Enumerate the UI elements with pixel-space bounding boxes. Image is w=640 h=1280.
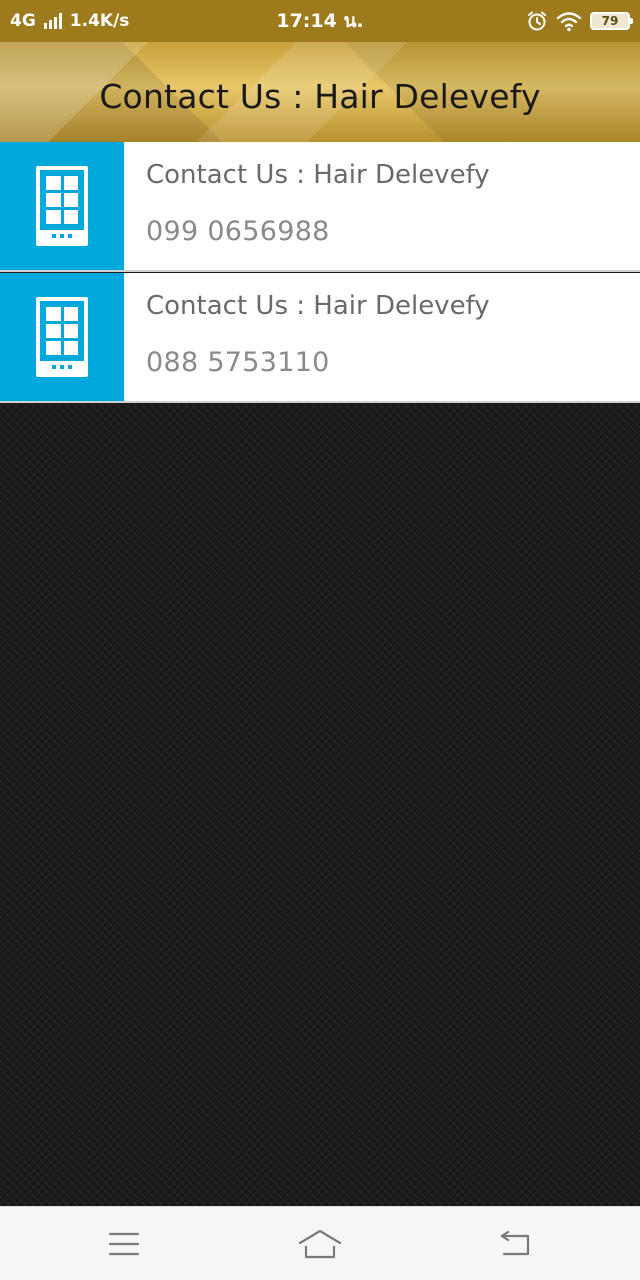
contact-icon-tile [0, 273, 124, 401]
back-icon [500, 1230, 530, 1256]
contact-list: Contact Us : Hair Delevefy 099 0656988 C… [0, 142, 640, 403]
status-left: 4G 1.4K/s [10, 0, 129, 42]
contact-item[interactable]: Contact Us : Hair Delevefy 099 0656988 [0, 142, 640, 272]
status-bar: 4G 1.4K/s 17:14 น. 79 [0, 0, 640, 42]
contact-phone[interactable]: 088 5753110 [146, 347, 330, 378]
contact-icon-tile [0, 142, 124, 270]
contact-text: Contact Us : Hair Delevefy 088 5753110 [124, 273, 640, 401]
battery-level: 79 [601, 14, 619, 28]
contact-item[interactable]: Contact Us : Hair Delevefy 088 5753110 [0, 273, 640, 403]
back-button[interactable] [455, 1207, 575, 1280]
home-button[interactable] [260, 1207, 380, 1280]
phone-icon [36, 297, 88, 377]
contact-name: Contact Us : Hair Delevefy [146, 160, 490, 190]
menu-button[interactable] [64, 1207, 184, 1280]
alarm-icon [528, 11, 546, 31]
network-speed: 1.4K/s [69, 11, 130, 31]
screen: 4G 1.4K/s 17:14 น. 79 Contact Us: Hair … [0, 0, 640, 1280]
status-right: 79 [526, 0, 633, 42]
background-area [0, 404, 640, 1206]
home-icon [298, 1229, 342, 1259]
phone-icon [36, 166, 88, 246]
contact-name: Contact Us : Hair Delevefy [146, 291, 490, 321]
app-header: Contact Us : Hair Delevefy [0, 42, 640, 142]
page-title: Contact Us : Hair Delevefy [99, 76, 541, 116]
contact-phone[interactable]: 099 0656988 [146, 216, 330, 247]
contact-text: Contact Us : Hair Delevefy 099 0656988 [124, 142, 640, 270]
navigation-bar [0, 1206, 640, 1280]
battery-icon: 79 [590, 12, 633, 30]
signal-icon [43, 13, 62, 29]
network-type: 4G [10, 11, 36, 31]
wifi-icon [556, 12, 582, 32]
menu-icon [108, 1232, 140, 1256]
